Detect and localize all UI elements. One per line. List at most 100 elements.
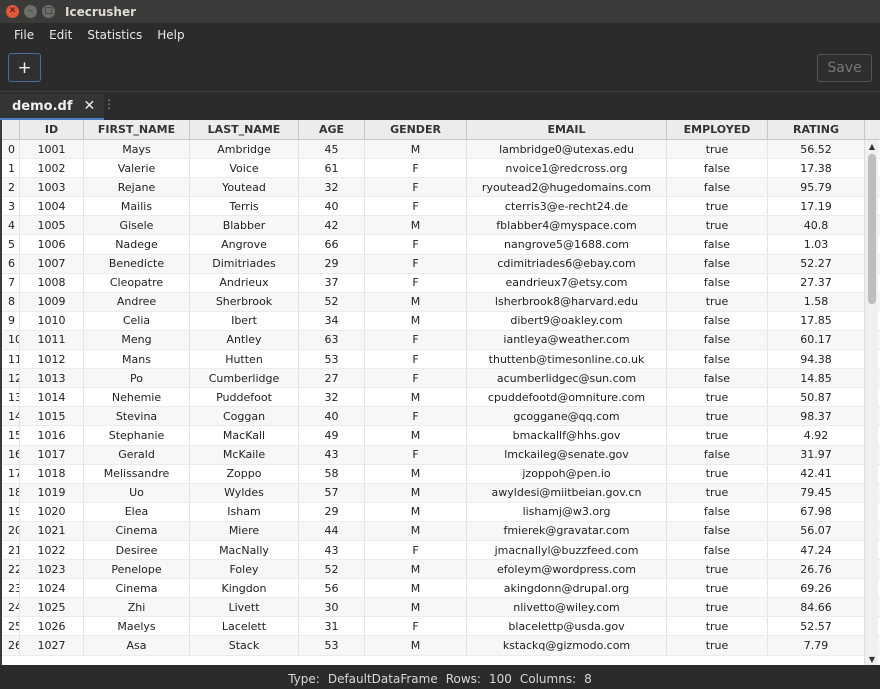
table-cell[interactable]: Po [84, 369, 190, 388]
table-cell[interactable]: cdimitriades6@ebay.com [467, 254, 667, 273]
table-cell[interactable]: 79.45 [768, 483, 865, 502]
table-row[interactable]: 191020EleaIsham29Mlishamj@w3.orgfalse67.… [2, 502, 880, 522]
table-cell[interactable]: true [667, 407, 768, 426]
table-cell[interactable]: 60.17 [768, 330, 865, 350]
table-row[interactable]: 101011MengAntley63Fiantleya@weather.comf… [2, 330, 880, 351]
table-cell[interactable]: true [667, 483, 768, 502]
table-row[interactable]: 251026MaelysLacelett31Fblacelettp@usda.g… [2, 617, 880, 637]
table-cell[interactable]: 52.27 [768, 254, 865, 273]
table-cell[interactable]: 56.52 [768, 140, 865, 159]
table-cell[interactable]: M [365, 464, 467, 483]
table-cell[interactable]: kstackq@gizmodo.com [467, 636, 667, 655]
table-cell[interactable]: 43 [299, 540, 365, 560]
table-cell[interactable]: 1.03 [768, 235, 865, 254]
table-cell[interactable]: Voice [190, 159, 299, 178]
table-cell[interactable]: dibert9@oakley.com [467, 311, 667, 330]
table-cell[interactable]: 29 [299, 502, 365, 521]
maximize-window-icon[interactable]: □ [42, 5, 55, 18]
table-cell[interactable]: cpuddefootd@omniture.com [467, 388, 667, 407]
column-header[interactable]: LAST_NAME [190, 120, 299, 139]
table-cell[interactable]: Andrieux [190, 273, 299, 292]
table-cell[interactable]: M [365, 636, 467, 655]
table-cell[interactable]: Nadege [84, 235, 190, 254]
table-cell[interactable]: Stack [190, 636, 299, 655]
table-cell[interactable]: 34 [299, 311, 365, 330]
table-cell[interactable]: 53 [299, 636, 365, 655]
table-cell[interactable]: true [667, 140, 768, 159]
table-cell[interactable]: 53 [299, 350, 365, 369]
table-cell[interactable]: 7.79 [768, 636, 865, 655]
table-cell[interactable]: akingdonn@drupal.org [467, 579, 667, 598]
table-cell[interactable]: 32 [299, 388, 365, 407]
tab-close-icon[interactable]: ✕ [84, 98, 96, 114]
table-cell[interactable]: ryoutead2@hugedomains.com [467, 178, 667, 197]
table-cell[interactable]: 4.92 [768, 426, 865, 445]
table-cell[interactable]: M [365, 579, 467, 598]
table-cell[interactable]: Livett [190, 598, 299, 617]
table-cell[interactable]: 66 [299, 235, 365, 254]
column-header[interactable]: GENDER [365, 120, 467, 139]
table-cell[interactable]: 1006 [20, 235, 84, 254]
table-cell[interactable]: M [365, 216, 467, 235]
table-cell[interactable]: Terris [190, 197, 299, 216]
table-cell[interactable]: 17.38 [768, 159, 865, 178]
table-cell[interactable]: 1018 [20, 464, 84, 483]
table-row[interactable]: 161017GeraldMcKaile43Flmckaileg@senate.g… [2, 445, 880, 465]
table-cell[interactable]: Cinema [84, 521, 190, 540]
table-row[interactable]: 9 1010 Celia Ibert 34 Mdibert9@oakley.com fals… [2, 311, 880, 331]
table-cell[interactable]: Sherbrook [190, 292, 299, 311]
table-cell[interactable]: 1026 [20, 617, 84, 636]
table-cell[interactable]: false [667, 311, 768, 330]
table-cell[interactable]: 45 [299, 140, 365, 159]
table-cell[interactable]: Rejane [84, 178, 190, 197]
table-cell[interactable]: 98.37 [768, 407, 865, 426]
table-row[interactable]: 0 1001 Mays Ambridge 45 Mlambridge0@utexas.ed… [2, 140, 880, 160]
menu-file[interactable]: File [8, 28, 40, 42]
table-cell[interactable]: efoleym@wordpress.com [467, 560, 667, 579]
table-row[interactable]: 8 1009 Andree Sherbrook 52 Mlsherbrook8@harva… [2, 292, 880, 312]
table-cell[interactable]: F [365, 254, 467, 273]
table-cell[interactable]: blacelettp@usda.gov [467, 617, 667, 636]
table-cell[interactable]: 27.37 [768, 273, 865, 292]
table-cell[interactable]: true [667, 464, 768, 483]
table-cell[interactable]: 1017 [20, 445, 84, 464]
table-cell[interactable]: 1005 [20, 216, 84, 235]
table-cell[interactable]: F [365, 273, 467, 292]
table-row[interactable]: 171018MelissandreZoppo58Mjzoppoh@pen.iot… [2, 464, 880, 484]
table-cell[interactable]: 1021 [20, 521, 84, 540]
close-window-icon[interactable]: ✕ [6, 5, 19, 18]
table-cell[interactable]: Maelys [84, 617, 190, 636]
table-cell[interactable]: 84.66 [768, 598, 865, 617]
table-cell[interactable]: 1001 [20, 140, 84, 159]
table-cell[interactable]: M [365, 502, 467, 521]
table-cell[interactable]: 95.79 [768, 178, 865, 197]
table-cell[interactable]: 14.85 [768, 369, 865, 388]
table-cell[interactable]: Ambridge [190, 140, 299, 159]
table-cell[interactable]: Uo [84, 483, 190, 502]
table-cell[interactable]: true [667, 598, 768, 617]
vertical-scrollbar[interactable]: ▲ ▼ [864, 140, 878, 665]
table-cell[interactable]: 1014 [20, 388, 84, 407]
table-cell[interactable]: 49 [299, 426, 365, 445]
table-cell[interactable]: 32 [299, 178, 365, 197]
table-cell[interactable]: 1004 [20, 197, 84, 216]
table-cell[interactable]: Nehemie [84, 388, 190, 407]
table-row[interactable]: 221023PenelopeFoley52Mefoleym@wordpress.… [2, 560, 880, 580]
table-cell[interactable]: 17.19 [768, 197, 865, 216]
table-cell[interactable]: 26.76 [768, 560, 865, 579]
table-cell[interactable]: M [365, 388, 467, 407]
table-row[interactable]: 4 1005 Gisele Blabber 42 Mfblabber4@myspace.c… [2, 216, 880, 236]
save-button[interactable]: Save [817, 54, 872, 82]
table-cell[interactable]: Mans [84, 350, 190, 369]
table-cell[interactable]: thuttenb@timesonline.co.uk [467, 350, 667, 369]
table-cell[interactable]: Desiree [84, 540, 190, 560]
table-row[interactable]: 2 1003 Rejane Youtead 32 Fryoutead2@hugedomai… [2, 178, 880, 198]
table-cell[interactable]: 58 [299, 464, 365, 483]
table-cell[interactable]: 40.8 [768, 216, 865, 235]
table-cell[interactable]: false [667, 159, 768, 178]
table-cell[interactable]: F [365, 407, 467, 426]
table-cell[interactable]: Lacelett [190, 617, 299, 636]
table-cell[interactable]: F [365, 369, 467, 388]
table-cell[interactable]: 31 [299, 617, 365, 636]
table-row[interactable]: 211022DesireeMacNally43Fjmacnallyl@buzzf… [2, 540, 880, 561]
